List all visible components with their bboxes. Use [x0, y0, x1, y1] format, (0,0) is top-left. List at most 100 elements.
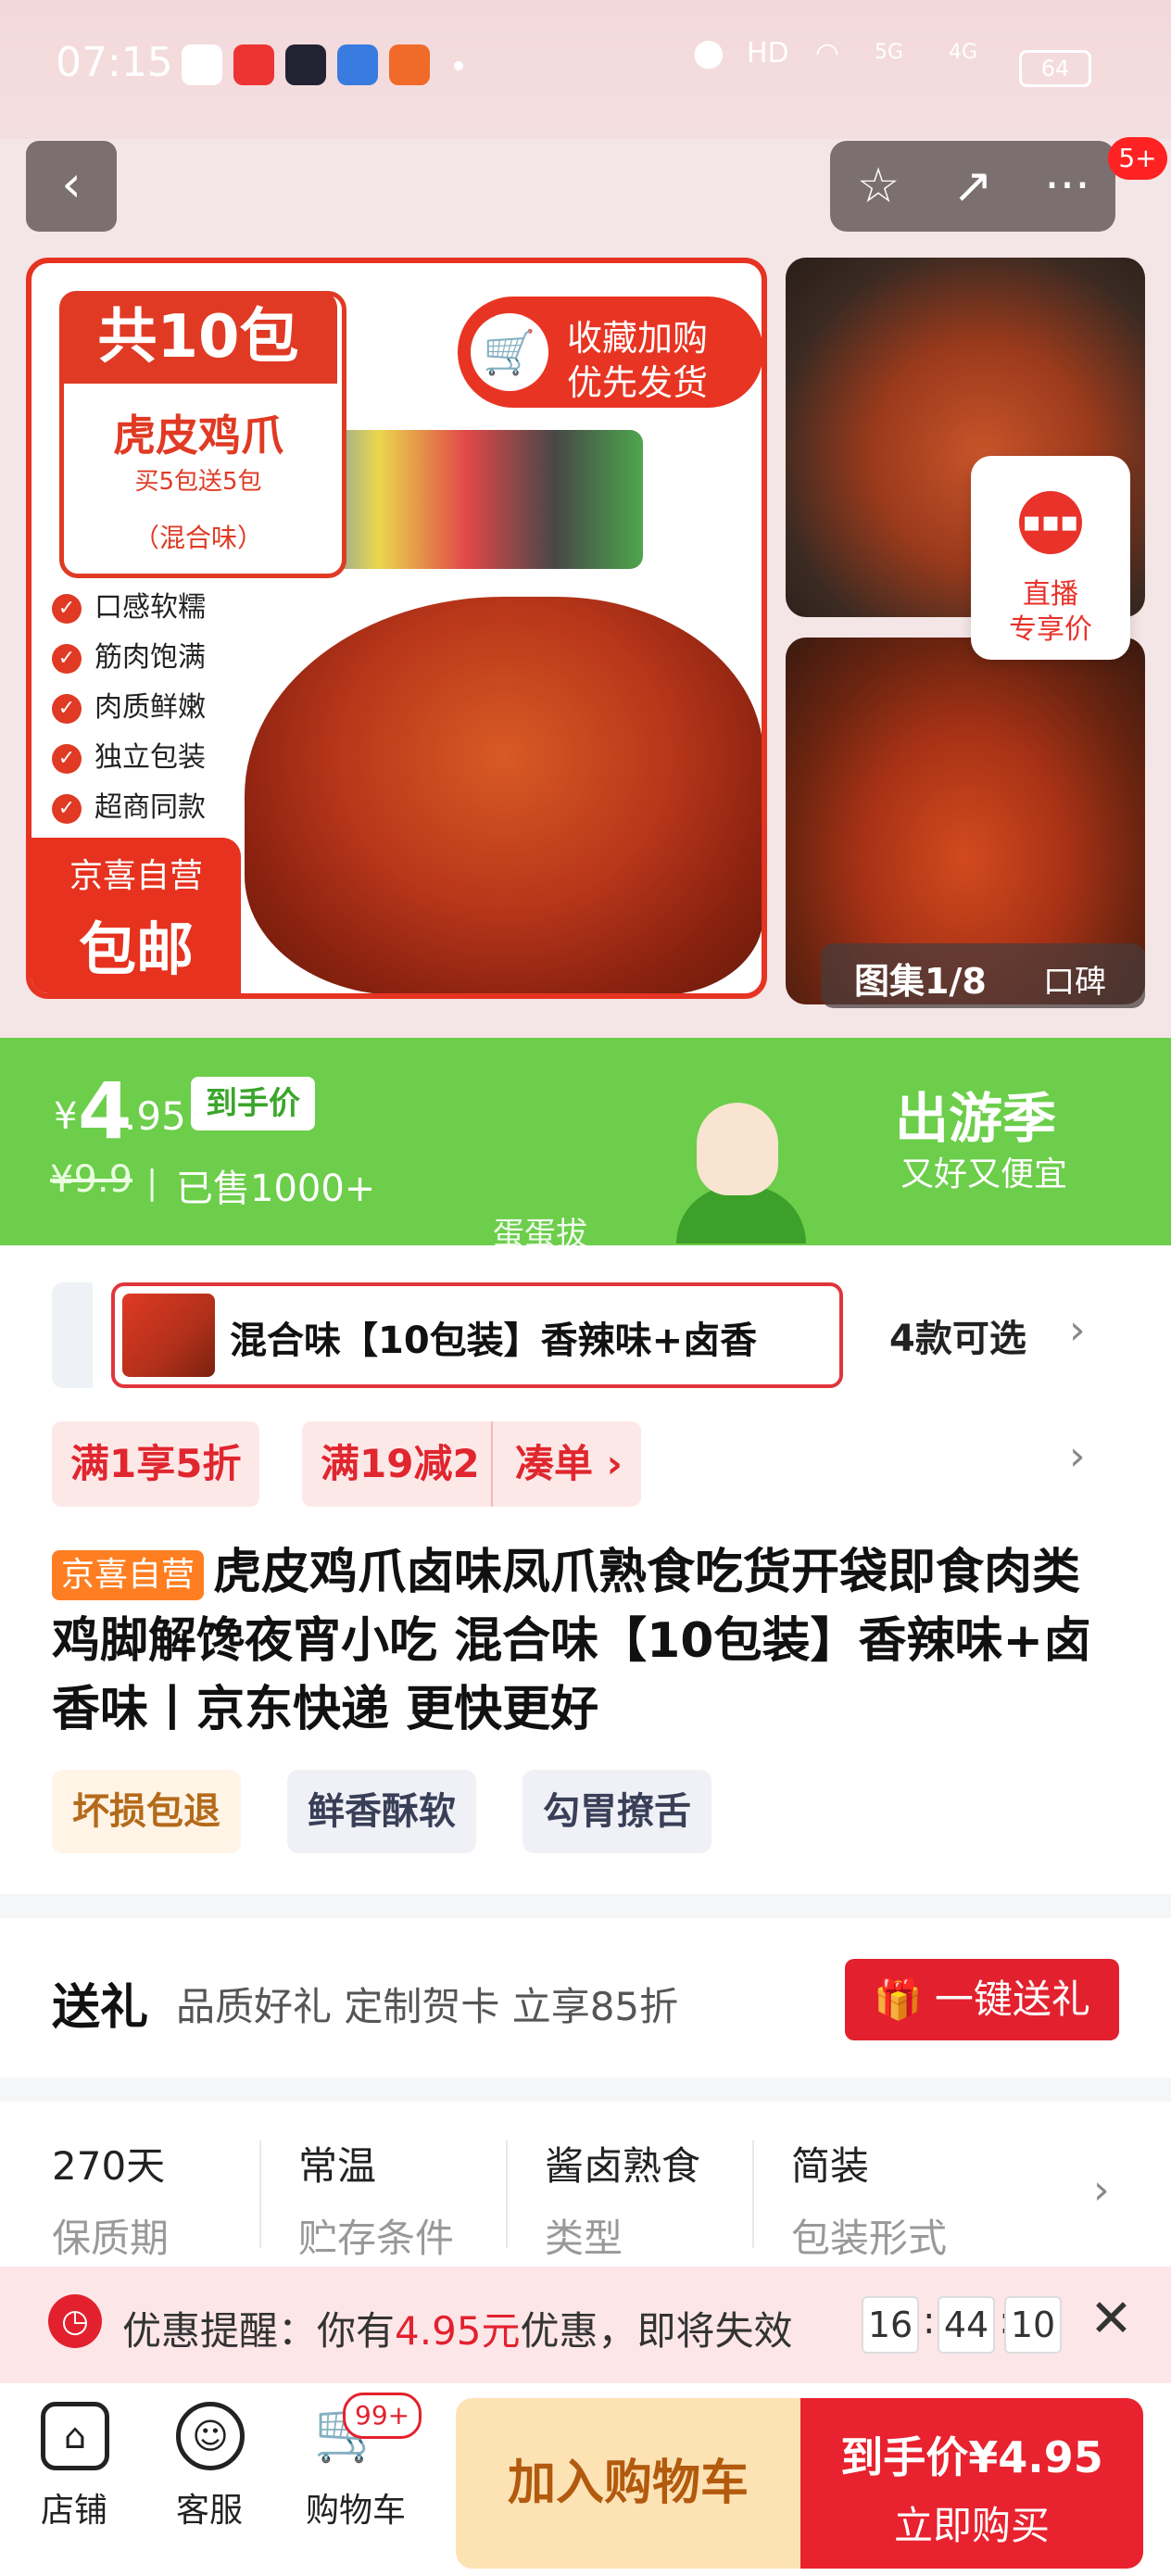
buy-now-button[interactable]: 到手价¥4.95 立即购买: [800, 2398, 1143, 2569]
feature-item: ✓ 筋肉饱满: [52, 634, 206, 675]
close-icon[interactable]: ✕: [1089, 2289, 1133, 2349]
store-tab-label[interactable]: 店铺: [41, 2483, 107, 2532]
feature-chip[interactable]: 鲜香酥软: [287, 1770, 476, 1853]
stamp-line2: 包邮: [78, 915, 194, 983]
chevron-right-icon[interactable]: ›: [1093, 2166, 1110, 2214]
share-icon[interactable]: ↗: [926, 141, 1019, 232]
stamp-line1: 京喜自营: [69, 857, 203, 895]
live-line2: 专享价: [1009, 613, 1092, 646]
pack-title: 共10包: [59, 291, 337, 384]
flavor-label: （混合味）: [132, 523, 263, 553]
chevron-right-icon[interactable]: ›: [1069, 1433, 1086, 1480]
price-banner: ¥ 4 .95 到手价 ¥9.9 | 已售1000+ 蛋蛋拔 出游季 又好又便宜: [0, 1038, 1171, 1253]
variant-option-previous[interactable]: [52, 1282, 93, 1388]
season-title: 出游季: [895, 1087, 1057, 1150]
more-notifications-icon: [454, 61, 463, 70]
gallery-counter[interactable]: 图集1/8 口碑: [821, 943, 1145, 1008]
app-icon: [337, 44, 378, 85]
location-icon: ⬤: [693, 37, 724, 69]
main-product-image[interactable]: 共10包 虎皮鸡爪 买5包送5包 （混合味） 🛒 收藏加购 优先发货 ✓ 口感软糯…: [26, 258, 767, 999]
section-divider: [0, 1894, 1171, 1918]
variant-count[interactable]: 4款可选: [889, 1308, 1026, 1362]
attr-packaging-label: 包装形式: [791, 2216, 948, 2261]
gift-subtitle: 品质好礼 定制贺卡 立享85折: [176, 1984, 679, 2029]
check-icon: ✓: [52, 693, 82, 724]
attr-divider: [506, 2140, 508, 2248]
product-title: 京喜自营 虎皮鸡爪卤味凤爪熟食吃货开袋即食肉类鸡脚解馋夜宵小吃 混合味【10包装】…: [52, 1538, 1127, 1744]
app-icon: [389, 44, 430, 85]
season-subtitle: 又好又便宜: [900, 1155, 1068, 1193]
reviews-tab[interactable]: 口碑: [1043, 956, 1106, 1002]
hd-indicator: HD: [747, 37, 789, 69]
countdown-seconds: 10: [1004, 2296, 1062, 2354]
status-time: 07:15: [56, 39, 173, 86]
pack-info-box: 共10包 虎皮鸡爪 买5包送5包 （混合味）: [59, 291, 346, 578]
price-separator: |: [146, 1164, 158, 1202]
app-icon: [233, 44, 274, 85]
more-icon[interactable]: ···: [1021, 141, 1114, 232]
mail-icon: [285, 44, 326, 85]
live-icon: ▪▪▪: [1019, 491, 1082, 554]
countdown-hours: 16: [862, 2296, 919, 2354]
favorite-star-icon[interactable]: ☆: [832, 141, 925, 232]
chevron-right-icon[interactable]: ›: [1069, 1307, 1086, 1354]
countdown-minutes: 44: [938, 2296, 995, 2354]
product-name: 虎皮鸡爪: [113, 410, 283, 461]
promo-bundle-link[interactable]: 凑单 ›: [491, 1421, 641, 1507]
attr-shelf-life-label: 保质期: [52, 2216, 170, 2261]
store-badge: 京喜自营: [52, 1550, 205, 1600]
attr-type-label: 类型: [545, 2216, 623, 2261]
feature-item: ✓ 口感软糯: [52, 584, 206, 625]
cart-tab-label[interactable]: 购物车: [306, 2483, 406, 2532]
check-icon: ✓: [52, 793, 82, 824]
free-shipping-stamp: 京喜自营 包邮: [31, 838, 241, 993]
promo-coupon-tag[interactable]: 满19减2: [302, 1421, 498, 1507]
service-chip[interactable]: 坏损包退: [52, 1770, 241, 1853]
pack-promo: 买5包送5包: [134, 468, 262, 496]
feature-chip[interactable]: 勾胃撩舌: [523, 1770, 711, 1853]
add-to-cart-button[interactable]: 加入购物车: [456, 2398, 800, 2569]
wechat-icon: [182, 44, 222, 85]
feature-item: ✓ 独立包装: [52, 734, 206, 775]
final-price-tag: 到手价: [191, 1077, 315, 1130]
chicken-feet-image: [245, 597, 762, 993]
feature-item: ✓ 超商同款: [52, 784, 206, 825]
customer-service-icon[interactable]: ☺: [176, 2402, 245, 2470]
cart-icon: 🛒: [471, 313, 548, 391]
variant-selected[interactable]: 混合味【10包装】香辣味+卤香: [111, 1282, 843, 1388]
live-stream-card[interactable]: ▪▪▪ 直播 专享价: [971, 456, 1130, 660]
attr-storage-label: 贮存条件: [298, 2216, 455, 2261]
sold-count: 已售1000+: [176, 1168, 376, 1210]
attr-shelf-life-value: 270天: [52, 2143, 166, 2189]
feature-item: ✓ 肉质鲜嫩: [52, 684, 206, 725]
fav-line1: 收藏加购: [567, 318, 709, 359]
status-bar: 07:15 ⬤ HD ◠ 5G 4G 64: [0, 0, 1171, 139]
countdown-separator: :: [923, 2300, 936, 2342]
gift-icon: 🎁: [874, 1976, 935, 2022]
header-actions: ☆ ↗ ···: [830, 141, 1115, 232]
discount-reminder-bar: ◷ 优惠提醒：你有4.95元优惠，即将失效 16 : 44 : 10 ✕: [0, 2267, 1171, 2383]
variant-label: 混合味【10包装】香辣味+卤香: [230, 1320, 758, 1362]
more-badge: 5+: [1108, 137, 1167, 180]
variant-thumbnail: [122, 1294, 215, 1377]
bottom-action-bar: ⌂ 店铺 ☺ 客服 🛒 99+ 购物车 加入购物车 到手价¥4.95 立即购买: [0, 2383, 1171, 2576]
attr-type-value: 酱卤熟食: [545, 2143, 701, 2189]
store-icon[interactable]: ⌂: [41, 2402, 109, 2470]
signal-4g: 4G: [949, 41, 978, 64]
section-divider: [0, 2077, 1171, 2102]
service-tab-label[interactable]: 客服: [176, 2483, 243, 2532]
reminder-amount: 4.95元: [395, 2308, 521, 2354]
attr-storage-value: 常温: [298, 2143, 377, 2189]
clock-icon: ◷: [48, 2294, 102, 2348]
tulip-decoration-icon: [697, 1103, 778, 1195]
reminder-text: 优惠提醒：你有4.95元优惠，即将失效: [122, 2308, 793, 2354]
attr-packaging-value: 简装: [791, 2143, 870, 2189]
product-title-text: 虎皮鸡爪卤味凤爪熟食吃货开袋即食肉类鸡脚解馋夜宵小吃 混合味【10包装】香辣味+…: [52, 1545, 1092, 1737]
attr-divider: [259, 2140, 261, 2248]
back-button[interactable]: ‹: [26, 141, 117, 232]
cart-count-badge: 99+: [343, 2393, 422, 2439]
buy-price: 到手价¥4.95: [840, 2432, 1103, 2482]
send-gift-button[interactable]: 🎁 一键送礼: [845, 1959, 1119, 2040]
buy-label: 立即购买: [893, 2503, 1050, 2548]
promo-discount-tag[interactable]: 满1享5折: [52, 1421, 260, 1507]
